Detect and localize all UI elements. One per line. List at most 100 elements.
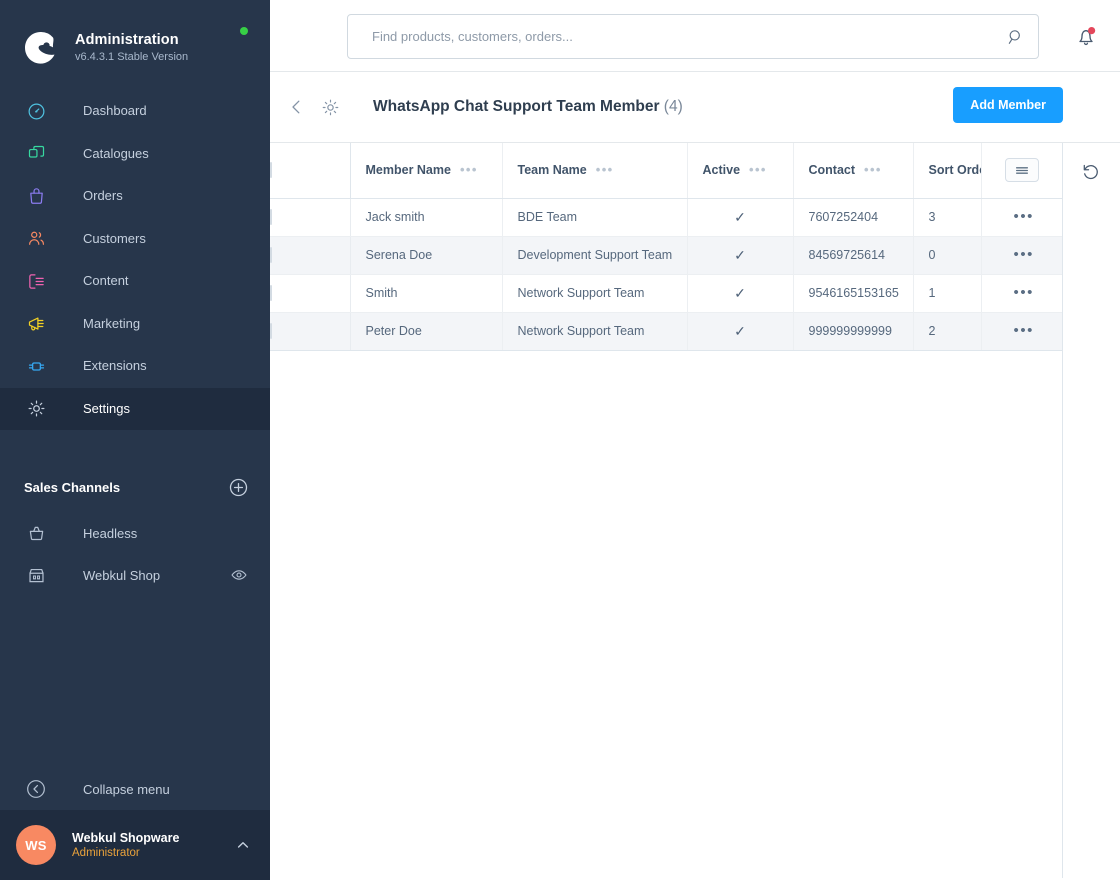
column-label: Team Name — [517, 163, 587, 178]
row-context-dots[interactable]: ••• — [982, 285, 1064, 300]
column-label: Active — [702, 163, 741, 178]
cell-team-name: Development Support Team — [502, 236, 688, 275]
members-table: Member Name ••• Team Name ••• Active •••… — [270, 143, 1063, 351]
table-row[interactable]: Serena Doe Development Support Team ✓ 84569… — [270, 236, 1064, 275]
row-select-cell — [270, 236, 351, 275]
sidebar-item-label: Customers — [83, 230, 146, 246]
page-header: WhatsApp Chat Support Team Member (4) Ad… — [270, 72, 1120, 143]
gear-icon[interactable] — [317, 94, 343, 120]
cell-active: ✓ — [687, 198, 794, 237]
sidebar-item-label: Settings — [83, 400, 130, 416]
row-actions-cell: ••• — [981, 312, 1064, 351]
table-head: Member Name ••• Team Name ••• Active •••… — [270, 143, 1063, 199]
table-row[interactable]: Smith Network Support Team ✓ 9546165153165 1… — [270, 274, 1064, 313]
grid-right-divider — [1062, 143, 1063, 878]
sidebar-item-customers[interactable]: Customers — [0, 218, 270, 261]
marketing-megaphone-icon — [24, 312, 48, 336]
brand-version: v6.4.3.1 Stable Version — [75, 50, 189, 63]
sidebar-item-content[interactable]: Content — [0, 260, 270, 303]
row-actions-cell: ••• — [981, 198, 1064, 237]
select-all-checkbox[interactable] — [270, 162, 272, 179]
notifications-bell-button[interactable] — [1072, 22, 1100, 50]
column-header-member-name[interactable]: Member Name ••• — [350, 143, 503, 199]
catalogues-stack-icon — [24, 142, 48, 166]
data-grid-area: Member Name ••• Team Name ••• Active •••… — [270, 143, 1120, 878]
admin-app: Administration v6.4.3.1 Stable Version D… — [0, 0, 1120, 880]
columns-settings-icon[interactable] — [1005, 158, 1040, 183]
sales-channel-item-webkul-shop[interactable]: Webkul Shop — [0, 554, 270, 596]
column-options-dots[interactable]: ••• — [749, 163, 767, 176]
add-member-button[interactable]: Add Member — [953, 87, 1063, 123]
column-options-dots[interactable]: ••• — [596, 163, 614, 176]
row-checkbox[interactable] — [270, 247, 272, 263]
user-account-bar[interactable]: WS Webkul Shopware Administrator — [0, 810, 270, 880]
sales-channel-item-headless[interactable]: Headless — [0, 512, 270, 554]
sidebar-item-label: Marketing — [83, 315, 141, 331]
search-input[interactable] — [348, 29, 994, 44]
content-layout-icon — [24, 269, 48, 293]
plus-circle-icon[interactable] — [229, 478, 248, 497]
row-context-dots[interactable]: ••• — [982, 323, 1064, 338]
row-checkbox[interactable] — [270, 323, 272, 339]
cell-contact: 7607252404 — [793, 198, 914, 237]
column-header-active[interactable]: Active ••• — [687, 143, 794, 199]
chevron-up-icon[interactable] — [236, 838, 250, 852]
cell-member-name: Smith — [350, 274, 503, 313]
status-indicator-dot — [240, 27, 248, 35]
top-bar — [270, 0, 1120, 72]
cell-active: ✓ — [687, 274, 794, 313]
search-icon[interactable] — [994, 15, 1038, 58]
collapse-menu-button[interactable]: Collapse menu — [0, 768, 270, 810]
row-checkbox[interactable] — [270, 209, 272, 225]
sidebar-item-label: Orders — [83, 188, 123, 204]
column-header-contact[interactable]: Contact ••• — [793, 143, 914, 199]
collapse-menu-label: Collapse menu — [83, 781, 170, 797]
page-title: WhatsApp Chat Support Team Member (4) — [373, 98, 683, 116]
sales-channel-label: Headless — [83, 525, 138, 541]
avatar: WS — [16, 825, 56, 865]
cell-member-name: Serena Doe — [350, 236, 503, 275]
extensions-plug-icon — [24, 354, 48, 378]
check-icon: ✓ — [734, 284, 746, 301]
settings-gear-icon — [24, 397, 48, 421]
cell-team-name: Network Support Team — [502, 274, 688, 313]
chevron-left-icon[interactable] — [284, 94, 310, 120]
sidebar-item-orders[interactable]: Orders — [0, 175, 270, 218]
cell-member-name: Peter Doe — [350, 312, 503, 351]
column-options-dots[interactable]: ••• — [864, 163, 882, 176]
column-label: Contact — [808, 163, 856, 178]
page-title-text: WhatsApp Chat Support Team Member — [373, 98, 660, 115]
column-label: Sort Order — [928, 163, 981, 178]
row-context-dots[interactable]: ••• — [982, 247, 1064, 262]
row-context-dots[interactable]: ••• — [982, 209, 1064, 224]
sidebar-item-label: Catalogues — [83, 145, 149, 161]
column-options-dots[interactable]: ••• — [460, 163, 478, 176]
global-search[interactable] — [347, 14, 1039, 59]
cell-sort-order: 2 — [913, 312, 982, 351]
sales-channels-header: Sales Channels — [0, 475, 270, 499]
sidebar-item-dashboard[interactable]: Dashboard — [0, 90, 270, 133]
cell-team-name: BDE Team — [502, 198, 688, 237]
table-header-row: Member Name ••• Team Name ••• Active •••… — [270, 143, 1063, 199]
sidebar-item-catalogues[interactable]: Catalogues — [0, 133, 270, 176]
table-row[interactable]: Peter Doe Network Support Team ✓ 9999999999… — [270, 312, 1064, 351]
cell-sort-order: 3 — [913, 198, 982, 237]
brand-header[interactable]: Administration v6.4.3.1 Stable Version — [0, 0, 270, 76]
columns-settings-header — [981, 143, 1063, 199]
column-header-team-name[interactable]: Team Name ••• — [502, 143, 688, 199]
cell-contact: 84569725614 — [793, 236, 914, 275]
eye-icon[interactable] — [230, 566, 248, 584]
column-header-sort-order[interactable]: Sort Order — [913, 143, 982, 199]
row-checkbox[interactable] — [270, 285, 272, 301]
row-select-cell — [270, 312, 351, 351]
sidebar-item-marketing[interactable]: Marketing — [0, 303, 270, 346]
row-actions-cell: ••• — [981, 236, 1064, 275]
refresh-reset-icon[interactable] — [1080, 161, 1106, 187]
cell-active: ✓ — [687, 236, 794, 275]
sidebar-item-settings[interactable]: Settings — [0, 387, 270, 430]
table-row[interactable]: Jack smith BDE Team ✓ 7607252404 3 ••• — [270, 198, 1064, 237]
cell-team-name: Network Support Team — [502, 312, 688, 351]
sales-channels-title: Sales Channels — [24, 479, 121, 495]
customers-people-icon — [24, 227, 48, 251]
sidebar-item-extensions[interactable]: Extensions — [0, 345, 270, 388]
